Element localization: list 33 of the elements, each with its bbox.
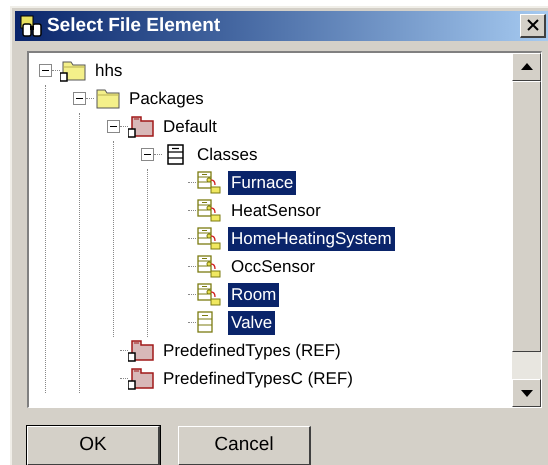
class-icon bbox=[196, 170, 222, 195]
collapse-toggle[interactable] bbox=[39, 64, 52, 78]
scroll-up-button[interactable] bbox=[512, 52, 541, 81]
down-arrow-icon bbox=[520, 390, 532, 396]
up-arrow-icon bbox=[520, 63, 532, 70]
tree-item[interactable]: Default bbox=[160, 114, 220, 139]
close-icon bbox=[526, 19, 538, 32]
dialog-button[interactable]: OK bbox=[27, 426, 160, 465]
collapse-toggle[interactable] bbox=[141, 148, 154, 162]
binoculars-icon bbox=[19, 14, 45, 38]
tree-item[interactable]: PredefinedTypes (REF) bbox=[160, 338, 344, 363]
class-icon bbox=[196, 282, 222, 307]
close-button[interactable] bbox=[520, 14, 546, 38]
window-title: Select File Element bbox=[47, 14, 220, 38]
tree-item[interactable]: HeatSensor bbox=[228, 198, 324, 223]
tree-item[interactable]: Packages bbox=[126, 86, 207, 111]
dialog-button[interactable]: Cancel bbox=[178, 426, 311, 465]
class-icon bbox=[196, 254, 222, 279]
class-icon bbox=[196, 198, 222, 223]
class-icon bbox=[196, 226, 222, 251]
scrollbar[interactable] bbox=[512, 52, 541, 407]
collapse-toggle[interactable] bbox=[73, 92, 86, 106]
scroll-down-button[interactable] bbox=[512, 379, 541, 407]
tree-item[interactable]: Valve bbox=[228, 310, 276, 335]
tree-item[interactable]: HomeHeatingSystem bbox=[228, 226, 395, 251]
tree-item[interactable]: Furnace bbox=[228, 170, 296, 195]
tree-item[interactable]: Room bbox=[228, 282, 280, 307]
tree-item[interactable]: OccSensor bbox=[228, 254, 318, 279]
tree-item[interactable]: Classes bbox=[194, 142, 260, 167]
tree-item[interactable]: hhs bbox=[92, 58, 126, 83]
scroll-thumb[interactable] bbox=[512, 80, 541, 352]
tree-item[interactable]: PredefinedTypesC (REF) bbox=[160, 366, 356, 391]
collapse-toggle[interactable] bbox=[107, 120, 120, 134]
